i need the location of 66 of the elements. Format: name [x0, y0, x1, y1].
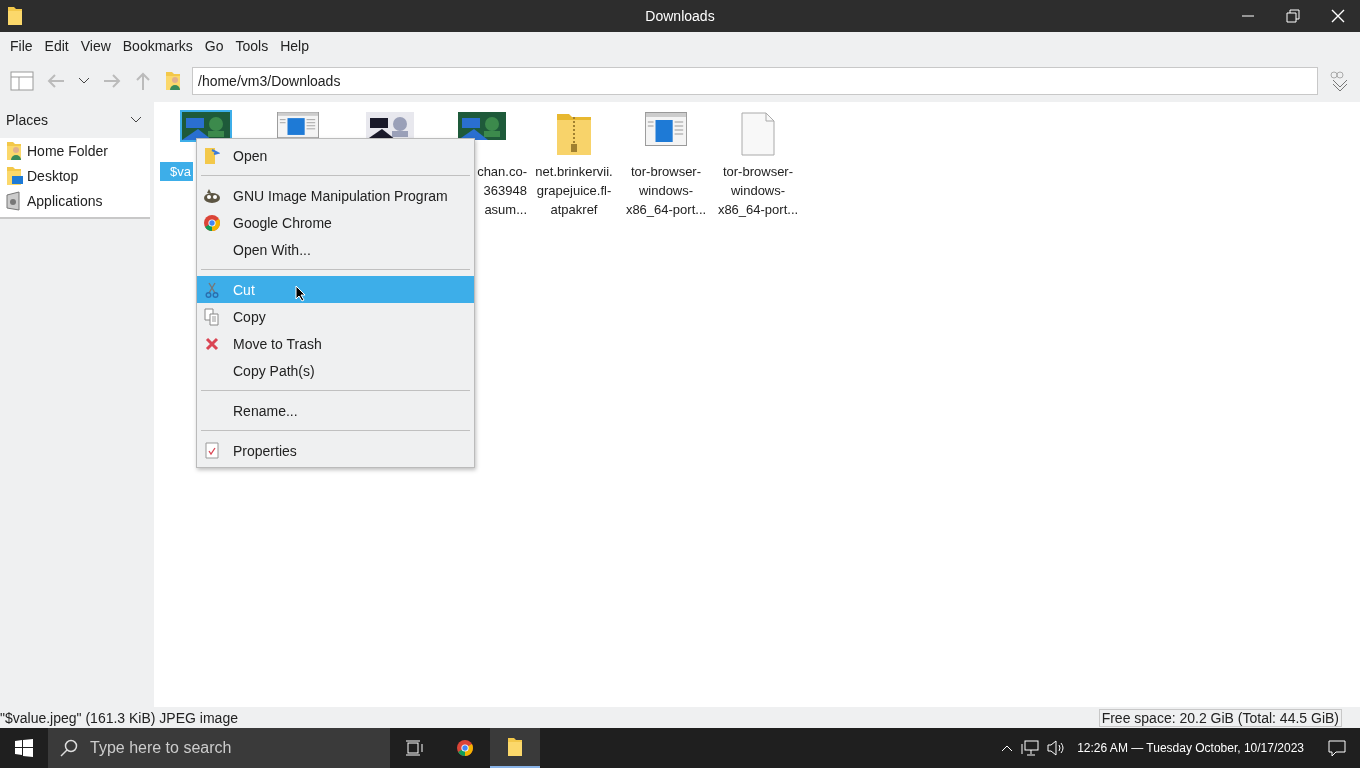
folder-icon: [204, 146, 220, 165]
mouse-cursor-icon: [295, 285, 306, 302]
folder-icon: [506, 737, 524, 757]
menu-item[interactable]: Properties: [197, 437, 474, 464]
caret-icon: [78, 77, 90, 85]
network-icon[interactable]: [1021, 740, 1040, 756]
menu-item[interactable]: View: [74, 38, 117, 54]
back-arrow-icon: [46, 72, 66, 90]
menu-item[interactable]: Help: [274, 38, 315, 54]
search-icon: [60, 739, 78, 757]
file-name[interactable]: tor-browser- windows- x86_64-port...: [712, 162, 804, 219]
window-title: Downloads: [645, 8, 715, 24]
free-space-text: Free space: 20.2 GiB (Total: 44.5 GiB): [1098, 708, 1342, 727]
places-header: Places: [6, 112, 49, 128]
go-icon: [1328, 70, 1350, 92]
menu-item[interactable]: Copy Path(s): [197, 357, 474, 384]
cross-icon: [205, 336, 219, 351]
file-name[interactable]: tor-browser- windows- x86_64-port...: [620, 162, 712, 219]
chrome-icon: [204, 214, 220, 231]
home-folder-icon: [5, 140, 23, 161]
sidebar-item[interactable]: Home Folder: [0, 138, 150, 163]
menu-item[interactable]: Rename...: [197, 397, 474, 424]
chevron-up-icon[interactable]: [1001, 744, 1014, 752]
scissors-icon: [205, 281, 219, 298]
menu-item[interactable]: Google Chrome: [197, 209, 474, 236]
window-icon: [645, 112, 687, 146]
notification-icon[interactable]: [1328, 739, 1346, 757]
menu-item[interactable]: File: [4, 38, 39, 54]
gimp-icon: [203, 187, 221, 204]
menu-item[interactable]: Open: [197, 142, 474, 169]
taskbar-app-button[interactable]: [490, 728, 540, 768]
address-field[interactable]: /home/vm3/Downloads: [192, 67, 1318, 95]
document-icon: [741, 112, 775, 156]
task-view-icon: [406, 740, 424, 756]
clock-text[interactable]: 12:26 AM — Tuesday October, 10/17/2023: [1077, 741, 1304, 755]
sidebar-item[interactable]: Desktop: [0, 163, 150, 188]
panel-icon: [10, 71, 34, 91]
minimize-icon: [1241, 15, 1254, 17]
desktop-folder-icon: [5, 165, 23, 186]
zip-folder-icon: [556, 112, 592, 156]
menu-item[interactable]: Go: [198, 38, 230, 54]
menu-item[interactable]: Bookmarks: [116, 38, 199, 54]
menu-item[interactable]: Copy: [197, 303, 474, 330]
file-name[interactable]: net.brinkervii. grapejuice.fl- atpakref: [528, 162, 620, 219]
menu-item[interactable]: GNU Image Manipulation Program: [197, 182, 474, 209]
windows-icon: [15, 739, 33, 757]
folder-icon: [6, 6, 24, 26]
forward-arrow-icon: [102, 72, 122, 90]
copy-icon: [204, 307, 220, 326]
sidebar-item[interactable]: Applications: [0, 188, 150, 213]
home-folder-icon: [164, 71, 182, 91]
speaker-icon[interactable]: [1047, 740, 1066, 756]
menu-item[interactable]: Move to Trash: [197, 330, 474, 357]
close-icon: [1330, 9, 1345, 23]
menu-item[interactable]: Tools: [229, 38, 275, 54]
document-icon: [205, 442, 219, 459]
sidebar-toggle-button[interactable]: [8, 69, 36, 93]
status-text: "$value.jpeg" (161.3 KiB) JPEG image: [0, 709, 238, 726]
chrome-icon: [457, 740, 473, 756]
chevron-down-icon[interactable]: [130, 116, 142, 124]
taskbar-search-field[interactable]: Type here to search: [48, 728, 390, 768]
applications-icon: [5, 190, 23, 211]
up-arrow-icon: [134, 71, 152, 91]
menu-item[interactable]: Open With...: [197, 236, 474, 263]
menu-item[interactable]: Edit: [38, 38, 75, 54]
restore-icon: [1285, 9, 1300, 23]
